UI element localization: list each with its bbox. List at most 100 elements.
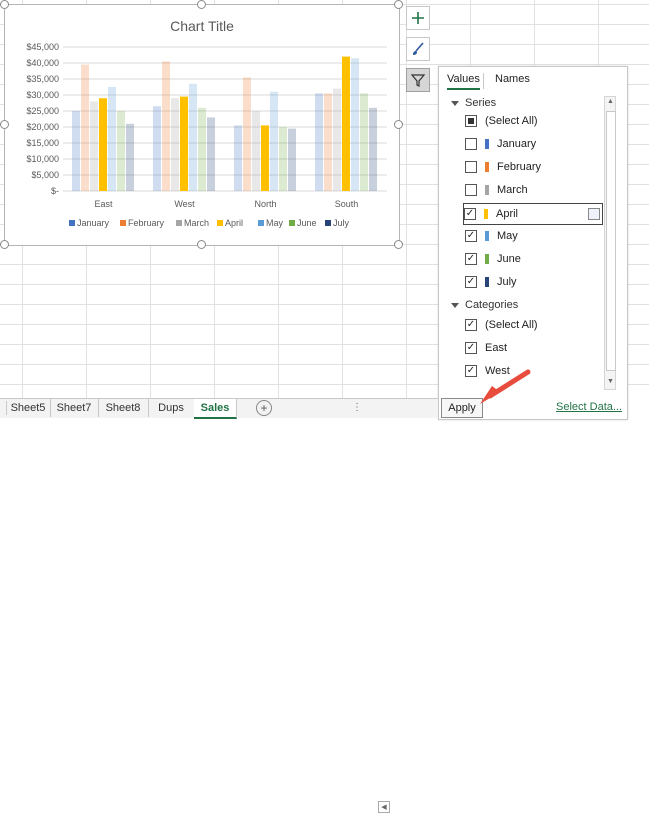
bar xyxy=(198,107,206,191)
checkbox[interactable]: ✓ xyxy=(465,253,477,265)
checkbox[interactable] xyxy=(465,184,477,196)
select-data-link[interactable]: Select Data... xyxy=(556,401,622,413)
y-tick-label: $30,000 xyxy=(26,90,59,100)
scroll-down-arrow-icon[interactable]: ▼ xyxy=(607,378,614,385)
bar xyxy=(261,125,269,191)
y-tick-label: $40,000 xyxy=(26,58,59,68)
resize-handle-mid-right[interactable] xyxy=(394,120,403,129)
series-filter-item[interactable]: ✓ May xyxy=(465,226,605,246)
series-filter-item[interactable]: (Select All) xyxy=(465,111,605,131)
collapse-triangle-icon xyxy=(451,100,459,106)
chart-area[interactable]: Chart Title $45,000 $40,000 $35,000 $30,000 $… xyxy=(4,4,400,246)
series-filter-label: (Select All) xyxy=(485,115,538,127)
y-tick-label: $45,000 xyxy=(26,42,59,52)
add-sheet-button[interactable]: + xyxy=(256,400,272,416)
checkbox[interactable]: ✓ xyxy=(465,319,477,331)
category-filter-item[interactable]: ✓ (Select All) xyxy=(465,315,605,335)
y-tick-label: $5,000 xyxy=(31,170,59,180)
series-filter-label: July xyxy=(497,276,517,288)
categories-heading[interactable]: Categories xyxy=(451,299,518,311)
series-color-swatch xyxy=(485,254,489,264)
y-tick-label: $15,000 xyxy=(26,138,59,148)
bar xyxy=(207,117,215,191)
bar xyxy=(189,83,197,191)
legend-swatch xyxy=(325,220,331,226)
resize-handle-bottom-left[interactable] xyxy=(0,240,9,249)
pointer-arrow xyxy=(480,369,531,404)
edit-series-icon[interactable] xyxy=(588,208,600,220)
checkbox[interactable]: ✓ xyxy=(465,230,477,242)
bar xyxy=(153,106,161,191)
legend-label: July xyxy=(333,218,350,228)
scrollbar-thumb[interactable] xyxy=(606,111,616,371)
category-filter-label: (Select All) xyxy=(485,319,538,331)
resize-handle-bottom-mid[interactable] xyxy=(197,240,206,249)
sheet-tab-dups[interactable]: Dups xyxy=(148,399,195,417)
bar xyxy=(288,128,296,191)
resize-handle-top-left[interactable] xyxy=(0,0,9,9)
legend-swatch xyxy=(69,220,75,226)
sheet-tab-bar: Sheet5 Sheet7 Sheet8 Dups Sales + ⋮ ◀ xyxy=(0,398,438,813)
legend-swatch xyxy=(289,220,295,226)
checkbox[interactable]: ✓ xyxy=(464,208,476,220)
checkbox[interactable] xyxy=(465,138,477,150)
resize-handle-top-mid[interactable] xyxy=(197,0,206,9)
checkbox[interactable]: ✓ xyxy=(465,276,477,288)
sheet-tab-sheet5[interactable]: Sheet5 xyxy=(6,399,51,417)
series-filter-item[interactable]: February xyxy=(465,157,605,177)
chart-filters-button[interactable] xyxy=(406,68,430,92)
category-filter-label: East xyxy=(485,342,508,354)
series-color-swatch xyxy=(484,209,488,219)
plus-icon xyxy=(412,12,424,24)
bar xyxy=(270,91,278,191)
x-tick-label: West xyxy=(174,199,195,209)
tab-names[interactable]: Names xyxy=(495,73,530,85)
series-filter-label: April xyxy=(496,208,519,220)
bar xyxy=(252,111,260,191)
bar xyxy=(333,88,341,191)
series-color-swatch xyxy=(485,139,489,149)
bar xyxy=(180,96,188,191)
sheet-tab-sheet7[interactable]: Sheet7 xyxy=(50,399,99,417)
chart-styles-button[interactable] xyxy=(406,37,430,61)
column-chart: Chart Title $45,000 $40,000 $35,000 $30,000 $… xyxy=(26,18,387,228)
checkbox[interactable]: ✓ xyxy=(465,342,477,354)
bar xyxy=(369,107,377,191)
series-color-swatch xyxy=(485,185,489,195)
x-tick-label: North xyxy=(254,199,276,209)
filter-icon xyxy=(411,74,425,87)
series-heading[interactable]: Series xyxy=(451,97,496,109)
bar xyxy=(315,93,323,191)
horizontal-scrollbar[interactable]: ◀ xyxy=(370,797,430,815)
legend-label: January xyxy=(77,218,110,228)
resize-handle-mid-left[interactable] xyxy=(0,120,9,129)
sheet-tab-sheet8[interactable]: Sheet8 xyxy=(98,399,149,417)
series-filter-label: February xyxy=(497,161,542,173)
bar xyxy=(360,93,368,191)
bar xyxy=(162,61,170,192)
tab-options-dots-icon[interactable]: ⋮ xyxy=(352,402,362,413)
series-filter-item[interactable]: January xyxy=(465,134,605,154)
series-filter-item[interactable]: ✓ July xyxy=(465,272,605,292)
filter-panel-scrollbar[interactable]: ▲ ▼ xyxy=(604,96,616,390)
checkbox[interactable] xyxy=(465,161,477,173)
legend-label: May xyxy=(266,218,284,228)
checkbox[interactable] xyxy=(465,115,477,127)
resize-handle-top-right[interactable] xyxy=(394,0,403,9)
scroll-up-arrow-icon[interactable]: ▲ xyxy=(607,98,614,105)
bar xyxy=(108,87,116,191)
series-color-swatch xyxy=(485,162,489,172)
y-tick-label: $- xyxy=(51,186,59,196)
categories-heading-label: Categories xyxy=(465,299,519,311)
category-filter-item[interactable]: ✓ East xyxy=(465,338,605,358)
legend-label: March xyxy=(184,218,209,228)
resize-handle-bottom-right[interactable] xyxy=(394,240,403,249)
sheet-tab-sales[interactable]: Sales xyxy=(194,399,237,419)
scroll-left-arrow-icon[interactable]: ◀ xyxy=(378,801,390,813)
chart-elements-button[interactable] xyxy=(406,6,430,30)
series-filter-item[interactable]: ✓ June xyxy=(465,249,605,269)
legend-label: February xyxy=(128,218,165,228)
series-filter-item[interactable]: ✓ April xyxy=(463,203,603,225)
series-filter-item[interactable]: March xyxy=(465,180,605,200)
tab-values[interactable]: Values xyxy=(447,73,480,90)
